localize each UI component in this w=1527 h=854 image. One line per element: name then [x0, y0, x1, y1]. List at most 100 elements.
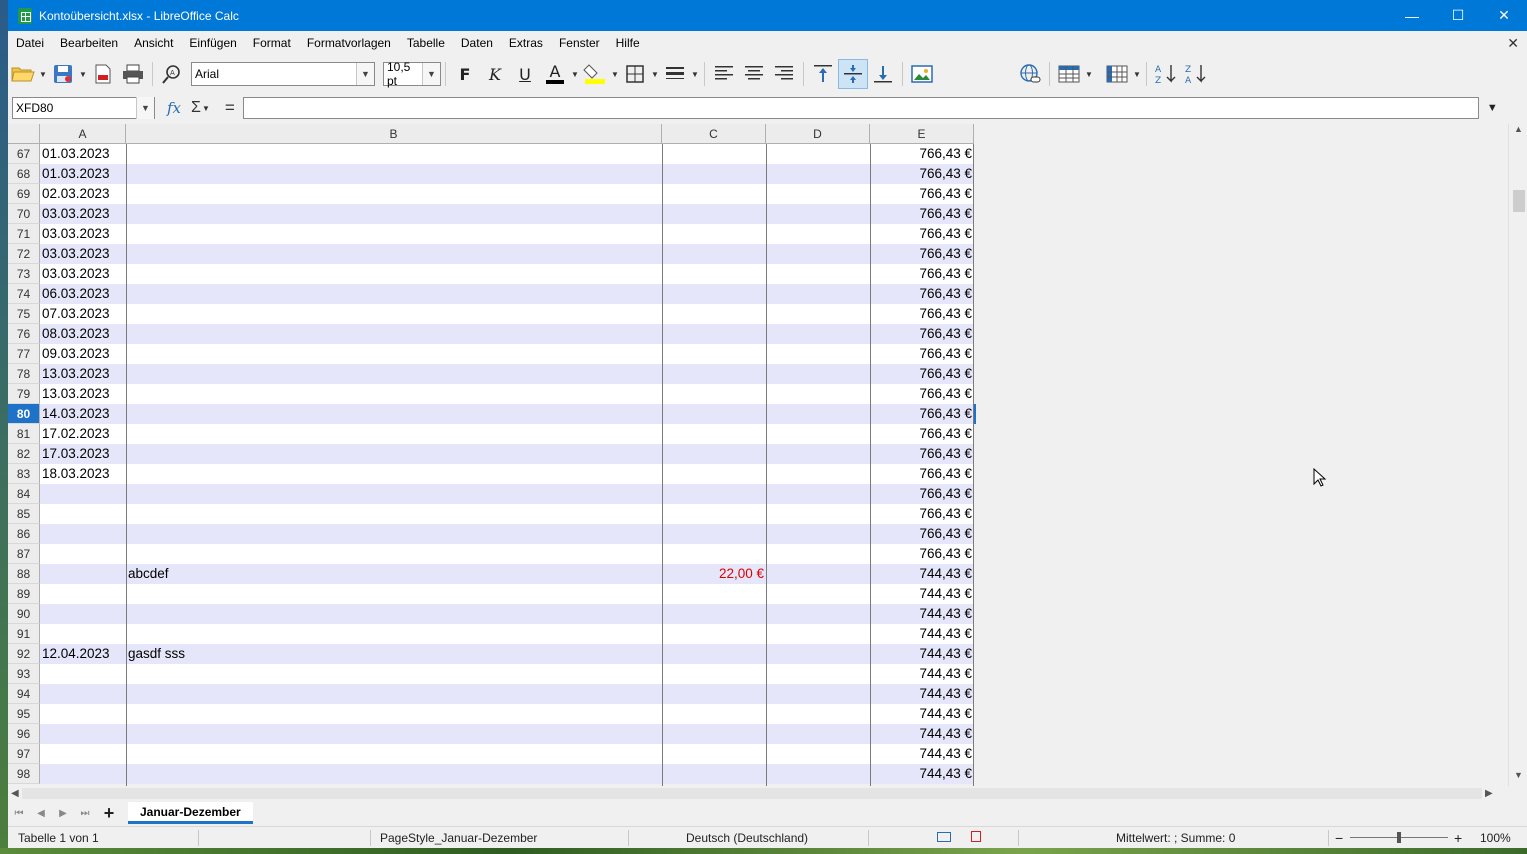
menu-fenster[interactable]: Fenster	[551, 31, 608, 55]
cell-d[interactable]	[766, 524, 870, 544]
row-header[interactable]: 77	[8, 344, 40, 364]
cell-c[interactable]	[662, 484, 766, 504]
cell-b[interactable]: gasdf sss	[126, 644, 662, 664]
cell-b[interactable]	[126, 304, 662, 324]
cell-a[interactable]: 03.03.2023	[40, 244, 126, 264]
menu-datei[interactable]: Datei	[8, 31, 52, 55]
cell-d[interactable]	[766, 684, 870, 704]
cell-a[interactable]: 18.03.2023	[40, 464, 126, 484]
cell-a[interactable]: 12.04.2023	[40, 644, 126, 664]
document-modified-icon[interactable]	[971, 831, 981, 842]
cell-e[interactable]: 766,43 €	[870, 164, 974, 184]
cell-b[interactable]	[126, 704, 662, 724]
cell-b[interactable]	[126, 464, 662, 484]
insert-columns-dropdown-icon[interactable]: ▼	[1132, 59, 1142, 89]
cell-b[interactable]: abcdef	[126, 564, 662, 584]
borders-icon[interactable]	[620, 59, 650, 89]
row-header[interactable]: 69	[8, 184, 40, 204]
cell-a[interactable]: 07.03.2023	[40, 304, 126, 324]
export-pdf-icon[interactable]	[88, 59, 118, 89]
cell-b[interactable]	[126, 224, 662, 244]
row-header[interactable]: 94	[8, 684, 40, 704]
cell-c[interactable]	[662, 284, 766, 304]
row-header[interactable]: 92	[8, 644, 40, 664]
cell-a[interactable]: 03.03.2023	[40, 204, 126, 224]
cell-b[interactable]	[126, 664, 662, 684]
cell-c[interactable]	[662, 544, 766, 564]
cell-d[interactable]	[766, 144, 870, 164]
cell-d[interactable]	[766, 384, 870, 404]
column-header-e[interactable]: E	[870, 124, 974, 144]
cell-b[interactable]	[126, 204, 662, 224]
cell-e[interactable]: 766,43 €	[870, 204, 974, 224]
zoom-in-icon[interactable]: +	[1454, 827, 1462, 848]
cell-b[interactable]	[126, 364, 662, 384]
add-sheet-button[interactable]: +	[96, 803, 122, 824]
insert-image-icon[interactable]	[907, 59, 937, 89]
cell-a[interactable]	[40, 764, 126, 784]
document-language[interactable]: Deutsch (Deutschland)	[686, 827, 808, 848]
align-left-icon[interactable]	[709, 59, 739, 89]
cell-e[interactable]: 744,43 €	[870, 724, 974, 744]
cell-a[interactable]	[40, 564, 126, 584]
menu-einfuegen[interactable]: Einfügen	[181, 31, 244, 55]
cell-c[interactable]	[662, 764, 766, 784]
cell-e[interactable]: 766,43 €	[870, 484, 974, 504]
row-header[interactable]: 79	[8, 384, 40, 404]
cell-b[interactable]	[126, 144, 662, 164]
cell-e[interactable]: 766,43 €	[870, 384, 974, 404]
cell-c[interactable]	[662, 344, 766, 364]
font-color-button[interactable]: A	[540, 59, 570, 89]
cell-e[interactable]: 766,43 €	[870, 304, 974, 324]
cell-a[interactable]: 17.03.2023	[40, 444, 126, 464]
zoom-out-icon[interactable]: −	[1335, 827, 1343, 848]
cell-e[interactable]: 766,43 €	[870, 504, 974, 524]
row-header[interactable]: 80	[8, 404, 40, 424]
cell-c[interactable]	[662, 324, 766, 344]
cell-d[interactable]	[766, 164, 870, 184]
print-icon[interactable]	[118, 59, 148, 89]
minimize-button[interactable]: —	[1389, 0, 1435, 31]
cell-b[interactable]	[126, 184, 662, 204]
cell-b[interactable]	[126, 424, 662, 444]
cell-a[interactable]: 08.03.2023	[40, 324, 126, 344]
row-header[interactable]: 75	[8, 304, 40, 324]
cell-c[interactable]	[662, 144, 766, 164]
row-header[interactable]: 85	[8, 504, 40, 524]
row-header[interactable]: 81	[8, 424, 40, 444]
cell-d[interactable]	[766, 424, 870, 444]
cell-c[interactable]	[662, 704, 766, 724]
cell-a[interactable]	[40, 724, 126, 744]
zoom-slider-thumb[interactable]	[1397, 832, 1401, 843]
cell-a[interactable]	[40, 684, 126, 704]
cell-c[interactable]	[662, 644, 766, 664]
cell-b[interactable]	[126, 544, 662, 564]
find-replace-icon[interactable]: A	[157, 59, 187, 89]
row-header[interactable]: 67	[8, 144, 40, 164]
cell-d[interactable]	[766, 364, 870, 384]
cell-e[interactable]: 744,43 €	[870, 624, 974, 644]
cell-a[interactable]: 09.03.2023	[40, 344, 126, 364]
previous-sheet-icon[interactable]: ◀	[30, 808, 52, 819]
sum-icon[interactable]: Σ	[191, 99, 201, 117]
cell-d[interactable]	[766, 404, 870, 424]
cell-b[interactable]	[126, 624, 662, 644]
cell-c[interactable]	[662, 604, 766, 624]
bold-button[interactable]: F	[450, 59, 480, 89]
cell-a[interactable]: 06.03.2023	[40, 284, 126, 304]
row-header[interactable]: 82	[8, 444, 40, 464]
row-header[interactable]: 96	[8, 724, 40, 744]
cell-d[interactable]	[766, 244, 870, 264]
cell-e[interactable]: 766,43 €	[870, 544, 974, 564]
vertical-scroll-thumb[interactable]	[1513, 190, 1525, 212]
align-right-icon[interactable]	[769, 59, 799, 89]
cell-b[interactable]	[126, 284, 662, 304]
align-bottom-icon[interactable]	[868, 59, 898, 89]
cell-d[interactable]	[766, 584, 870, 604]
cell-e[interactable]: 766,43 €	[870, 444, 974, 464]
cell-a[interactable]: 14.03.2023	[40, 404, 126, 424]
underline-button[interactable]: U	[510, 59, 540, 89]
cell-c[interactable]	[662, 244, 766, 264]
cell-d[interactable]	[766, 604, 870, 624]
formula-equals-icon[interactable]: =	[225, 98, 235, 118]
